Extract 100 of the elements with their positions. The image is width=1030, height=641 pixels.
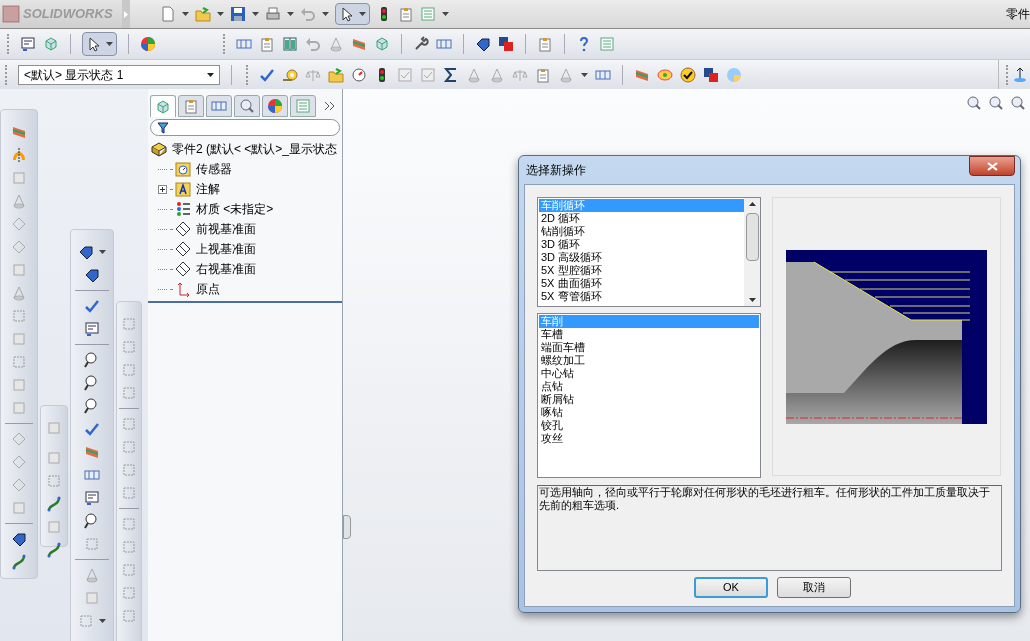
frame-icon[interactable]: [121, 416, 137, 432]
frame-icon[interactable]: [121, 485, 137, 501]
scroll-up-icon[interactable]: [748, 202, 756, 206]
cone-icon[interactable]: [558, 66, 574, 83]
undo-icon[interactable]: [300, 6, 316, 22]
checkbox-icon[interactable]: [420, 66, 436, 83]
dialog-button[interactable]: OK: [694, 577, 768, 598]
scrollbar-thumb[interactable]: [745, 213, 759, 261]
disc-icon[interactable]: [726, 66, 742, 83]
tag-icon[interactable]: [475, 36, 491, 52]
checkmark-icon[interactable]: [84, 421, 100, 437]
caret-icon[interactable]: [322, 12, 329, 16]
table-icon[interactable]: [436, 36, 452, 52]
magnifier-icon[interactable]: [84, 513, 100, 529]
square-icon[interactable]: [11, 400, 27, 416]
panel-tab[interactable]: [262, 95, 288, 117]
panel-tab[interactable]: [178, 95, 204, 117]
zoom-icon[interactable]: [966, 95, 982, 111]
cube-icon[interactable]: [374, 36, 390, 52]
cone-icon[interactable]: [11, 285, 27, 301]
filter-field[interactable]: [150, 119, 340, 136]
color-ball-icon[interactable]: [267, 98, 283, 114]
gauge-icon[interactable]: [351, 66, 367, 83]
tree-item[interactable]: 传感器: [196, 160, 232, 178]
frame-icon[interactable]: [121, 562, 137, 578]
caret-icon[interactable]: [207, 72, 214, 77]
square-icon[interactable]: [11, 331, 27, 347]
square-icon[interactable]: [11, 262, 27, 278]
list-item[interactable]: 点钻: [539, 380, 759, 393]
list-item[interactable]: 断屑钻: [539, 393, 759, 406]
scrollbar[interactable]: [744, 198, 760, 306]
clipboard-icon[interactable]: [537, 36, 553, 52]
scroll-down-icon[interactable]: [748, 298, 756, 302]
curve-icon[interactable]: [46, 542, 62, 558]
frame-icon[interactable]: [121, 385, 137, 401]
frame-icon[interactable]: [78, 613, 94, 629]
list-item[interactable]: 车槽: [539, 328, 759, 341]
form-icon[interactable]: [84, 490, 100, 506]
zoom-icon[interactable]: [239, 98, 255, 114]
panel-tab[interactable]: [290, 95, 316, 117]
diamond-icon[interactable]: [11, 216, 27, 232]
table-icon[interactable]: [236, 36, 252, 52]
clipboard-icon[interactable]: [535, 66, 551, 83]
frame-icon[interactable]: [121, 316, 137, 332]
menu-expander[interactable]: [122, 0, 130, 28]
frame-icon[interactable]: [121, 339, 137, 355]
cube-icon[interactable]: [155, 98, 171, 115]
zoom-icon[interactable]: [1010, 95, 1026, 111]
close-button[interactable]: [969, 156, 1015, 176]
clipboard-icon[interactable]: [259, 36, 275, 52]
list-icon[interactable]: [295, 98, 311, 114]
category-list[interactable]: 车削循环 2D 循环 钻削循环 3D 循环 3D 高级循环 5X 型腔循环 5X 曲面循环 5X 弯管循环: [537, 197, 761, 307]
magnifier-icon[interactable]: [84, 352, 100, 368]
dialog-button[interactable]: 取消: [777, 577, 851, 598]
list-item[interactable]: 5X 曲面循环: [539, 277, 744, 290]
tree-item[interactable]: 原点: [196, 280, 220, 298]
expand-icon[interactable]: [158, 184, 167, 194]
frame-icon[interactable]: [121, 539, 137, 555]
form-icon[interactable]: [84, 321, 100, 337]
cursor-icon[interactable]: [86, 36, 102, 52]
tree-item[interactable]: 前视基准面: [196, 220, 256, 238]
cursor-icon[interactable]: [339, 6, 355, 22]
diamond-icon[interactable]: [11, 431, 27, 447]
cube-icon[interactable]: [43, 36, 59, 52]
caret-icon[interactable]: [106, 42, 113, 46]
color-ball-icon[interactable]: [140, 36, 156, 52]
panel-tab[interactable]: [234, 95, 260, 117]
folder-icon[interactable]: [195, 6, 211, 22]
tag-icon[interactable]: [84, 267, 100, 283]
color-squares-icon[interactable]: [498, 36, 514, 52]
list-item[interactable]: 铰孔: [539, 419, 759, 432]
select-button[interactable]: [335, 3, 370, 25]
list-item[interactable]: 端面车槽: [539, 341, 759, 354]
splitter-handle[interactable]: [343, 515, 351, 539]
select-button[interactable]: [82, 32, 117, 56]
list-item[interactable]: 3D 高级循环: [539, 251, 744, 264]
list-item[interactable]: 中心钻: [539, 367, 759, 380]
form-icon[interactable]: [20, 36, 36, 52]
frame-icon[interactable]: [46, 473, 62, 489]
cone-icon[interactable]: [489, 66, 505, 83]
checkmark-icon[interactable]: [84, 298, 100, 314]
zoom-icon[interactable]: [988, 95, 1004, 111]
printer-icon[interactable]: [265, 6, 281, 22]
list-item[interactable]: 钻削循环: [539, 225, 744, 238]
folder-icon[interactable]: [328, 66, 344, 83]
caret-icon[interactable]: [217, 12, 224, 16]
more-tabs-icon[interactable]: [324, 101, 336, 111]
clipboard-icon[interactable]: [183, 98, 199, 114]
tag-icon[interactable]: [78, 244, 94, 260]
panel-tab[interactable]: [206, 95, 232, 117]
document-icon[interactable]: [160, 6, 176, 22]
tree-item[interactable]: 上视基准面: [196, 240, 256, 258]
axis-arrow-icon[interactable]: [1012, 66, 1028, 83]
operation-list[interactable]: 车削 车槽 端面车槽 螺纹加工 中心钻 点钻 断屑钻 啄钻 铰孔 攻丝: [537, 313, 761, 478]
list-item[interactable]: 5X 型腔循环: [539, 264, 744, 277]
list-item[interactable]: 2D 循环: [539, 212, 744, 225]
frame-icon[interactable]: [121, 516, 137, 532]
rings-icon[interactable]: [657, 66, 673, 83]
frame-icon[interactable]: [84, 536, 100, 552]
tree-item[interactable]: 零件2 (默认< <默认>_显示状态: [172, 140, 338, 158]
